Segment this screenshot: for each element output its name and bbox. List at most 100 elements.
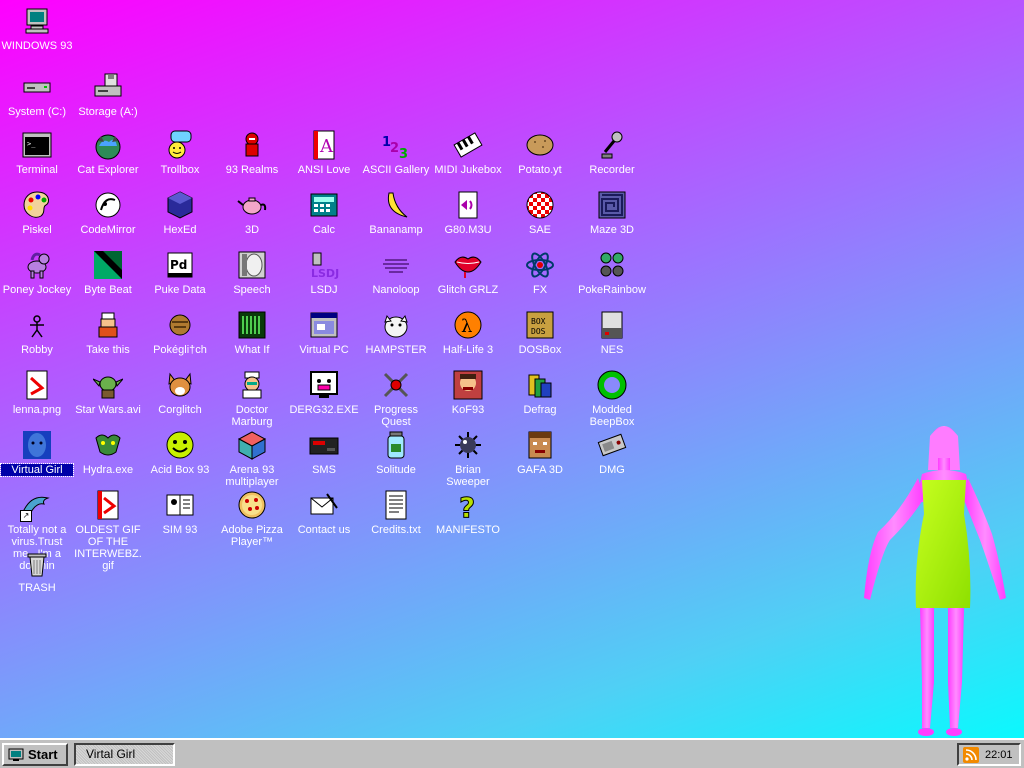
desktop-icon-hexed[interactable]: HexEd: [144, 188, 216, 236]
desktop-icon-acid-box[interactable]: Acid Box 93: [144, 428, 216, 476]
desktop-icon-trollbox[interactable]: Trollbox: [144, 128, 216, 176]
desktop-icon-codemirror[interactable]: CodeMirror: [72, 188, 144, 236]
desktop-icon-dmg[interactable]: DMG: [576, 428, 648, 476]
doctor-icon: [235, 368, 269, 402]
icon-label: Piskel: [22, 224, 52, 236]
desktop-icon-progress-quest[interactable]: Progress Quest: [360, 368, 432, 428]
desktop-icon-potato[interactable]: Potato.yt: [504, 128, 576, 176]
desktop-icon-derg32[interactable]: DERG32.EXE: [288, 368, 360, 416]
desktop-icon-solitude[interactable]: Solitude: [360, 428, 432, 476]
desktop-icon-bananamp[interactable]: Bananamp: [360, 188, 432, 236]
desktop-icon-what-if[interactable]: What If: [216, 308, 288, 356]
desktop-icon-arena-93[interactable]: Arena 93 multiplayer: [216, 428, 288, 488]
lips-icon: [451, 248, 485, 282]
desktop-icon-half-life-3[interactable]: λ Half-Life 3: [432, 308, 504, 356]
icon-label: ANSI Love: [297, 164, 351, 176]
rss-feed-icon[interactable]: [963, 746, 979, 763]
green-ring-icon: [595, 368, 629, 402]
desktop-icon-3d[interactable]: 3D: [216, 188, 288, 236]
desktop-icon-star-wars[interactable]: Star Wars.avi: [72, 368, 144, 416]
desktop-icon-contact-us[interactable]: Contact us: [288, 488, 360, 536]
icon-label: PokeRainbow: [578, 284, 646, 296]
desktop-icon-calc[interactable]: Calc: [288, 188, 360, 236]
icon-label: Defrag: [523, 404, 557, 416]
desktop-icon-speech[interactable]: Speech: [216, 248, 288, 296]
desktop-icon-adobe-pizza-player[interactable]: Adobe Pizza Player™: [216, 488, 288, 548]
icon-label: Modded BeepBox: [589, 404, 635, 428]
icon-label: HAMPSTER: [365, 344, 427, 356]
icon-label: Progress Quest: [373, 404, 419, 428]
desktop-icon-trash[interactable]: TRASH: [1, 546, 73, 594]
desktop-icon-pokerainbow[interactable]: PokeRainbow: [576, 248, 648, 296]
icon-label: Recorder: [589, 164, 635, 176]
desktop-icon-recorder[interactable]: Recorder: [576, 128, 648, 176]
desktop-icon-manifesto[interactable]: ? MANIFESTO: [432, 488, 504, 537]
desktop-icon-corglitch[interactable]: Corglitch: [144, 368, 216, 416]
desktop-icon-sim-93[interactable]: SIM 93: [144, 488, 216, 536]
desktop-icon-poney-jockey[interactable]: Poney Jockey: [1, 248, 73, 296]
potato-icon: [523, 128, 557, 162]
desktop-icon-nanoloop[interactable]: Nanoloop: [360, 248, 432, 296]
system-tray: 22:01: [957, 743, 1021, 766]
desktop-icon-brian-sweeper[interactable]: Brian Sweeper: [432, 428, 504, 488]
icon-label: Nanoloop: [372, 284, 420, 296]
desktop-icon-virtual-girl[interactable]: Virtual Girl: [0, 428, 74, 477]
desktop-icon-take-this[interactable]: Take this: [72, 308, 144, 356]
icon-label: Half-Life 3: [442, 344, 494, 356]
desktop-icon-fx[interactable]: FX: [504, 248, 576, 296]
desktop-icon-pokeglitch[interactable]: Pokégli†ch: [144, 308, 216, 356]
jar-icon: [379, 428, 413, 462]
desktop-icon-system-c[interactable]: System (C:): [1, 70, 73, 118]
svg-text:DOS: DOS: [531, 327, 546, 336]
desktop-icon-piskel[interactable]: Piskel: [1, 188, 73, 236]
bytebeat-icon: [91, 248, 125, 282]
taskbar-item-virtual-girl[interactable]: Virtal Girl: [74, 743, 175, 766]
desktop-icon-hampster[interactable]: HAMPSTER: [360, 308, 432, 356]
icon-label: SMS: [312, 464, 336, 476]
hydra-icon: [91, 428, 125, 462]
icon-label: Bananamp: [369, 224, 423, 236]
desktop-icon-robby[interactable]: Robby: [1, 308, 73, 356]
desktop-icon-puke-data[interactable]: Pd Puke Data: [144, 248, 216, 296]
svg-text:Pd: Pd: [170, 258, 187, 272]
desktop-icon-maze-3d[interactable]: Maze 3D: [576, 188, 648, 236]
virtual-girl-figure: [864, 426, 1006, 736]
desktop-icon-virtual-pc[interactable]: Virtual PC: [288, 308, 360, 356]
desktop-icon-lsdj[interactable]: LSDJ LSDJ: [288, 248, 360, 296]
desktop-icon-modded-beepbox[interactable]: Modded BeepBox: [576, 368, 648, 428]
icon-label: Byte Beat: [84, 284, 132, 296]
icon-label: CodeMirror: [80, 224, 136, 236]
image-file-icon: [20, 368, 54, 402]
microphone-icon: [595, 128, 629, 162]
desktop-icon-93-realms[interactable]: 93 Realms: [216, 128, 288, 176]
desktop-icon-lenna-png[interactable]: lenna.png: [1, 368, 73, 416]
start-button[interactable]: Start: [2, 743, 68, 766]
desktop-icon-credits-txt[interactable]: Credits.txt: [360, 488, 432, 536]
desktop-icon-defrag[interactable]: Defrag: [504, 368, 576, 416]
desktop-icon-glitch-grlz[interactable]: Glitch GRLZ: [432, 248, 504, 296]
desktop-icon-sae[interactable]: SAE: [504, 188, 576, 236]
desktop-icon-byte-beat[interactable]: Byte Beat: [72, 248, 144, 296]
desktop-icon-storage-a[interactable]: Storage (A:): [72, 70, 144, 118]
desktop-icon-dosbox[interactable]: BOX DOS DOSBox: [504, 308, 576, 356]
desktop-icon-kof93[interactable]: KoF93: [432, 368, 504, 416]
desktop-icon-gafa-3d[interactable]: GAFA 3D: [504, 428, 576, 476]
desktop-icon-windows-93[interactable]: WINDOWS 93: [1, 4, 73, 52]
mine-icon: [451, 428, 485, 462]
icon-label: GAFA 3D: [517, 464, 563, 476]
desktop-icon-ansi-love[interactable]: A ANSI Love: [288, 128, 360, 176]
desktop-icon-nes[interactable]: NES: [576, 308, 648, 356]
desktop-icon-terminal[interactable]: >_ Terminal: [1, 128, 73, 176]
desktop-icon-cat-explorer[interactable]: Cat Explorer: [72, 128, 144, 176]
desktop-icon-sms[interactable]: SMS: [288, 428, 360, 476]
trash-icon: [20, 546, 54, 580]
desktop-icon-midi-jukebox[interactable]: MIDI Jukebox: [432, 128, 504, 176]
desktop-icon-oldest-gif[interactable]: OLDEST GIF OF THE INTERWEBZ.gif: [72, 488, 144, 572]
cat-globe-icon: [91, 128, 125, 162]
icon-label: Storage (A:): [78, 106, 138, 118]
desktop-icon-hydra[interactable]: Hydra.exe: [72, 428, 144, 476]
desktop-icon-ascii-gallery[interactable]: 123 ASCII Gallery: [360, 128, 432, 176]
clock[interactable]: 22:01: [985, 749, 1013, 761]
desktop-icon-g80-m3u[interactable]: G80.M3U: [432, 188, 504, 236]
desktop-icon-doctor-marburg[interactable]: Doctor Marburg: [216, 368, 288, 428]
